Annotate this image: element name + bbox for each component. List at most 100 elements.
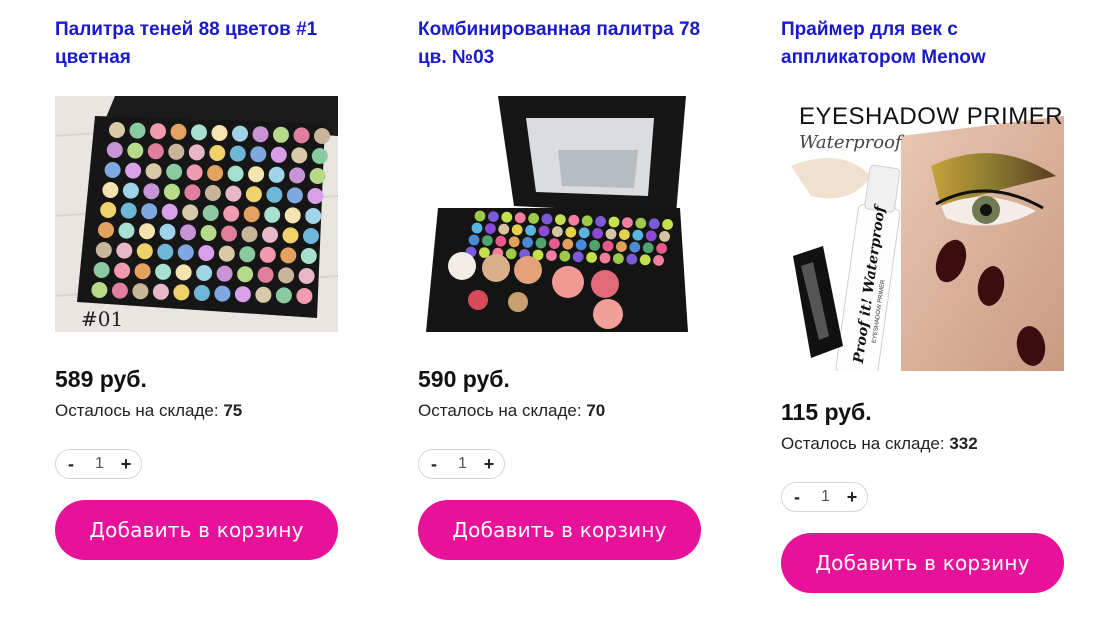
eyeshadow-pan (508, 236, 520, 248)
eyeshadow-pan (485, 223, 496, 234)
eyeshadow-pan (495, 235, 507, 247)
eyeshadow-pan (250, 146, 267, 163)
eyeshadow-pan (595, 216, 606, 227)
eyeshadow-pan (575, 239, 587, 251)
eyeshadow-pan (257, 266, 274, 283)
eyeshadow-pan (541, 213, 553, 225)
product-image[interactable] (418, 96, 701, 332)
eyeshadow-pan (482, 235, 493, 247)
eyeshadow-pan (562, 238, 574, 250)
eyeshadow-pan (275, 287, 292, 304)
eyeshadow-pan (616, 241, 627, 253)
eyeshadow-pan (568, 214, 580, 226)
eyeshadow-pan (139, 223, 155, 240)
eyeshadow-pan (293, 127, 310, 144)
eyeshadow-pan (170, 123, 187, 140)
product-image[interactable]: #01 (55, 96, 338, 332)
eyeshadow-pan (120, 202, 137, 219)
eyeshadow-pan (309, 168, 326, 184)
quantity-input[interactable] (812, 483, 839, 511)
eyeshadow-pan (298, 268, 315, 284)
eyeshadow-pan (262, 226, 278, 243)
eyeshadow-pan (546, 250, 557, 261)
eyeshadow-pan (209, 145, 226, 161)
eyeshadow-pan (223, 205, 240, 222)
eyeshadow-pan (488, 211, 499, 222)
eyeshadow-pan (662, 219, 673, 230)
product-title-link[interactable]: Комбинированная палитра 78 цв. №03 (418, 16, 708, 72)
eyeshadow-pan (227, 165, 244, 182)
eyeshadow-pan (280, 247, 297, 264)
eyeshadow-pan (291, 147, 308, 164)
eyeshadow-pan (642, 242, 654, 254)
eyeshadow-pan (468, 234, 480, 246)
quantity-input[interactable] (449, 450, 476, 478)
eyeshadow-pan (180, 224, 196, 241)
product-title-link[interactable]: Палитра теней 88 цветов #1 цветная (55, 16, 345, 72)
quantity-input[interactable] (86, 450, 113, 478)
quantity-increase-button[interactable]: + (839, 483, 865, 511)
eyeshadow-pan (100, 202, 117, 218)
eyeshadow-pan (619, 229, 630, 241)
add-to-cart-button[interactable]: Добавить в корзину (55, 500, 338, 560)
eyeshadow-pan (129, 122, 146, 139)
eyeshadow-pan (505, 248, 517, 260)
eyeshadow-pan (111, 282, 128, 299)
eyeshadow-pan (514, 212, 526, 224)
eyeshadow-pan (525, 225, 536, 236)
eyeshadow-pan (200, 225, 217, 241)
eyeshadow-pan (186, 164, 203, 181)
eyeshadow-pan (284, 207, 301, 224)
eyeshadow-pan (248, 166, 265, 183)
stock-info: Осталось на складе: 332 (781, 434, 978, 454)
eyeshadow-pan (474, 210, 486, 222)
combined-palette-78-image (418, 96, 701, 332)
eyeshadow-pan (296, 288, 313, 304)
quantity-decrease-button[interactable]: - (421, 450, 447, 478)
eyeshadow-pan (586, 252, 597, 263)
eyeshadow-pan (193, 285, 210, 301)
eyeshadow-pan (150, 123, 166, 140)
eyeshadow-pan (109, 122, 125, 138)
eyeshadow-pan (127, 142, 144, 159)
eyeshadow-pan (102, 182, 119, 198)
eyeshadow-pan (157, 243, 174, 260)
image-heading: EYESHADOW PRIMER (799, 103, 1063, 130)
eyeshadow-pan (166, 163, 183, 180)
blush-pan (508, 292, 528, 312)
eyeshadow-pan (234, 286, 251, 303)
eyeshadow-pan (608, 216, 620, 228)
product-image[interactable]: Proof it! Waterproof EYESHADOW PRIMER EY… (781, 96, 1064, 371)
eyeshadow-pan (270, 146, 287, 163)
eyeshadow-pan (572, 251, 584, 263)
eyeshadow-pan (207, 165, 224, 181)
eyeshadow-pan (116, 242, 133, 259)
eyeshadow-pan (549, 238, 560, 250)
eyeshadow-pan (589, 240, 600, 251)
eyeshadow-pan (159, 223, 176, 240)
quantity-increase-button[interactable]: + (113, 450, 139, 478)
eyeshadow-pan (565, 226, 577, 238)
eyeshadow-pan (314, 128, 330, 144)
eyeshadow-pan (645, 230, 657, 242)
quantity-decrease-button[interactable]: - (58, 450, 84, 478)
blush-pan (552, 266, 584, 298)
product-title-link[interactable]: Праймер для век с аппликатором Menow (781, 16, 1071, 72)
eyeshadow-pan (471, 222, 483, 234)
eyeshadow-pan (605, 228, 617, 240)
eyeshadow-pan (535, 237, 547, 249)
quantity-increase-button[interactable]: + (476, 450, 502, 478)
eyeshadow-pan (216, 265, 233, 282)
stock-info: Осталось на складе: 70 (418, 401, 605, 421)
add-to-cart-button[interactable]: Добавить в корзину (418, 500, 701, 560)
quantity-decrease-button[interactable]: - (784, 483, 810, 511)
eyeshadow-pan (155, 263, 172, 280)
eyeshadow-pan (538, 225, 550, 237)
eyeshadow-pan (528, 213, 539, 224)
add-to-cart-button[interactable]: Добавить в корзину (781, 533, 1064, 593)
eyeshadow-pan (198, 245, 215, 261)
eyeshadow-pan (613, 253, 624, 264)
quantity-stepper: - + (418, 449, 505, 479)
eyeshadow-pan (255, 286, 272, 303)
eyeshadow-pan (188, 144, 205, 161)
